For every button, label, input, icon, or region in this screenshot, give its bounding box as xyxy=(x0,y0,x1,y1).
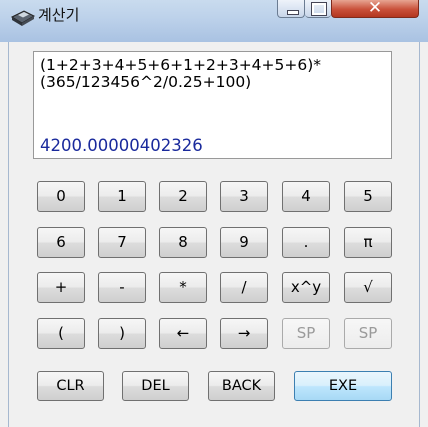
maximize-button[interactable] xyxy=(305,0,331,18)
expression-line-2: (365/123456^2/0.25+100) xyxy=(40,73,252,91)
key-cursor-left[interactable]: ← xyxy=(159,318,207,349)
key-minus[interactable]: - xyxy=(98,272,146,303)
key-7[interactable]: 7 xyxy=(98,227,146,258)
minimize-button[interactable] xyxy=(277,0,305,18)
calculator-display: (1+2+3+4+5+6+1+2+3+4+5+6)* (365/123456^2… xyxy=(33,51,392,159)
result-text: 4200.00000402326 xyxy=(40,136,203,155)
key-close-paren[interactable]: ) xyxy=(98,318,146,349)
key-6[interactable]: 6 xyxy=(37,227,85,258)
key-9[interactable]: 9 xyxy=(220,227,268,258)
expression-text: (1+2+3+4+5+6+1+2+3+4+5+6)* (365/123456^2… xyxy=(40,57,385,91)
exe-button[interactable]: EXE xyxy=(294,371,392,401)
key-sp-2[interactable]: SP xyxy=(344,318,392,349)
close-button[interactable]: ✕ xyxy=(331,0,419,18)
key-plus[interactable]: + xyxy=(37,272,85,303)
key-sp-1[interactable]: SP xyxy=(282,318,330,349)
del-button[interactable]: DEL xyxy=(122,371,189,401)
key-3[interactable]: 3 xyxy=(220,181,268,212)
expression-line-1: (1+2+3+4+5+6+1+2+3+4+5+6)* xyxy=(40,56,322,74)
key-decimal[interactable]: . xyxy=(282,227,330,258)
back-button[interactable]: BACK xyxy=(208,371,275,401)
key-1[interactable]: 1 xyxy=(98,181,146,212)
close-icon: ✕ xyxy=(367,0,383,18)
title-bar: 계산기 ✕ xyxy=(0,0,428,42)
key-sqrt[interactable]: √ xyxy=(344,272,392,303)
key-0[interactable]: 0 xyxy=(37,181,85,212)
key-open-paren[interactable]: ( xyxy=(37,318,85,349)
key-5[interactable]: 5 xyxy=(344,181,392,212)
key-2[interactable]: 2 xyxy=(159,181,207,212)
window-title: 계산기 xyxy=(38,6,80,24)
clr-button[interactable]: CLR xyxy=(37,371,104,401)
key-pi[interactable]: π xyxy=(344,227,392,258)
calculator-icon xyxy=(10,10,36,26)
key-divide[interactable]: / xyxy=(220,272,268,303)
key-multiply[interactable]: * xyxy=(159,272,207,303)
key-cursor-right[interactable]: → xyxy=(220,318,268,349)
key-power[interactable]: x^y xyxy=(282,272,330,303)
key-4[interactable]: 4 xyxy=(282,181,330,212)
key-8[interactable]: 8 xyxy=(159,227,207,258)
